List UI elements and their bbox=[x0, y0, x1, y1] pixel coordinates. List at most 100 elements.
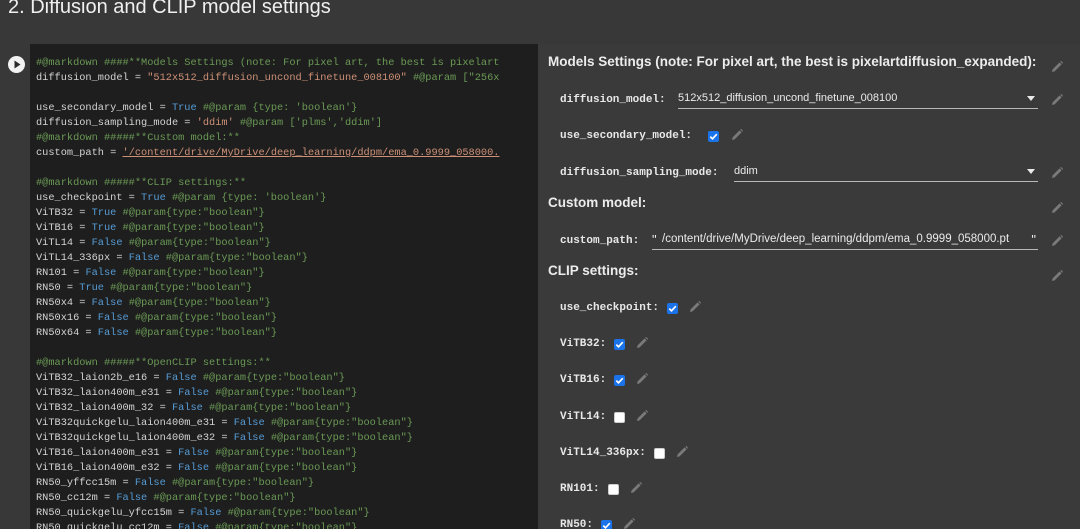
rn50-checkbox[interactable] bbox=[601, 520, 612, 529]
code-line: #@markdown #####**CLIP settings:** bbox=[36, 176, 499, 191]
code-token: '/content/drive/MyDrive/deep_learning/dd… bbox=[122, 147, 500, 159]
code-token: False bbox=[97, 327, 129, 339]
caret-down-icon bbox=[1027, 96, 1035, 101]
vitl14-336px-checkbox[interactable] bbox=[653, 447, 665, 459]
code-line: RN50_quickgelu_cc12m = False #@param{typ… bbox=[36, 521, 499, 529]
custom-path-label: custom_path: bbox=[560, 235, 640, 247]
vitl14-checkbox[interactable] bbox=[614, 411, 626, 423]
diffusion-sampling-mode-dropdown[interactable]: ddim bbox=[734, 162, 1038, 182]
code-token: #@param{type:"boolean"} bbox=[103, 282, 253, 294]
code-token: #@param{type:"boolean"} bbox=[196, 372, 345, 384]
code-token: #@param{type:"boolean"} bbox=[264, 432, 413, 444]
code-editor[interactable]: #@markdown ####**Models Settings (note: … bbox=[30, 44, 538, 529]
edit-rn101-pencil-icon[interactable] bbox=[629, 481, 643, 495]
edit-vitl14-336px-pencil-icon[interactable] bbox=[675, 445, 689, 459]
code-token: #@param{type:"boolean"} bbox=[264, 417, 413, 429]
pencil-icon bbox=[1052, 269, 1064, 281]
code-token: True bbox=[91, 222, 117, 234]
code-token: #@param{type:"boolean"} bbox=[202, 402, 352, 414]
form-panel: Models Settings (note: For pixel art, th… bbox=[538, 44, 1080, 529]
code-token: ViTB32quickgelu_laion400m_e31 = bbox=[36, 417, 234, 429]
code-line: #@markdown ####**Models Settings (note: … bbox=[36, 56, 499, 71]
code-line: ViTB32quickgelu_laion400m_e32 = False #@… bbox=[36, 431, 499, 446]
edit-clip-heading-pencil-icon[interactable] bbox=[1050, 269, 1064, 283]
edit-vitb16-pencil-icon[interactable] bbox=[635, 372, 649, 386]
use-secondary-model-label: use_secondary_model: bbox=[560, 130, 693, 142]
edit-rn50-pencil-icon[interactable] bbox=[622, 517, 636, 529]
edit-sampling-mode-pencil-icon[interactable] bbox=[1050, 166, 1064, 180]
code-token: #@param{type:"boolean"} bbox=[209, 447, 358, 459]
code-token: #@markdown #####**OpenCLIP settings:** bbox=[36, 357, 271, 369]
code-token: custom_path = bbox=[36, 147, 123, 159]
pencil-icon bbox=[624, 518, 636, 529]
code-token: RN101 = bbox=[36, 267, 86, 279]
edit-custom-heading-pencil-icon[interactable] bbox=[1050, 201, 1064, 215]
edit-diffusion-model-pencil-icon[interactable] bbox=[1050, 93, 1064, 107]
use-secondary-model-checkbox[interactable] bbox=[708, 131, 719, 142]
code-token: False bbox=[91, 237, 123, 249]
code-line: ViTB16_laion400m_e32 = False #@param{typ… bbox=[36, 461, 499, 476]
code-token: diffusion_model = bbox=[36, 72, 148, 84]
code-token: diffusion_sampling_mode = bbox=[36, 117, 197, 129]
code-token: #@param ['plms','ddim'] bbox=[233, 117, 383, 129]
edit-vitb32-pencil-icon[interactable] bbox=[635, 336, 649, 350]
code-line: ViTB32_laion400m_32 = False #@param{type… bbox=[36, 401, 499, 416]
code-line: RN50x64 = False #@param{type:"boolean"} bbox=[36, 326, 499, 341]
code-lines: #@markdown ####**Models Settings (note: … bbox=[36, 56, 499, 529]
run-cell-button[interactable] bbox=[8, 56, 25, 73]
code-line: RN50x16 = False #@param{type:"boolean"} bbox=[36, 311, 499, 326]
code-line: RN50_yffcc15m = False #@param{type:"bool… bbox=[36, 476, 499, 491]
rn101-checkbox[interactable] bbox=[607, 484, 619, 495]
edit-vitl14-pencil-icon[interactable] bbox=[635, 409, 649, 423]
checkmark-icon bbox=[668, 305, 677, 313]
code-token: ViTB32quickgelu_laion400m_e32 = bbox=[36, 432, 234, 444]
section-title: 2. Diffusion and CLIP model settings bbox=[8, 0, 331, 18]
code-line: ViTB32quickgelu_laion400m_e31 = False #@… bbox=[36, 416, 499, 431]
code-line: diffusion_sampling_mode = 'ddim' #@param… bbox=[36, 116, 499, 131]
code-line: #@markdown #####**Custom model:** bbox=[36, 131, 499, 146]
edit-models-heading-pencil-icon[interactable] bbox=[1050, 60, 1064, 74]
code-token: use_secondary_model = bbox=[36, 102, 172, 114]
vitb16-checkbox[interactable] bbox=[614, 375, 626, 387]
code-line: RN101 = False #@param{type:"boolean"} bbox=[36, 266, 499, 281]
code-token: #@markdown #####**Custom model:** bbox=[36, 132, 240, 144]
code-token: False bbox=[85, 267, 117, 279]
code-token: RN50x64 = bbox=[36, 327, 98, 339]
pencil-icon bbox=[732, 128, 744, 140]
pencil-icon bbox=[630, 481, 642, 493]
vitb32-checkbox[interactable] bbox=[614, 339, 626, 351]
code-token: #@markdown #####**CLIP settings:** bbox=[36, 177, 247, 189]
code-token: use_checkpoint = bbox=[36, 192, 142, 204]
code-token: RN50 = bbox=[36, 282, 80, 294]
vitl14-336px-label: ViTL14_336px: bbox=[560, 446, 646, 459]
custom-path-open-quote: " bbox=[652, 232, 657, 247]
code-token: False bbox=[233, 417, 265, 429]
code-line: ViTB32 = True #@param{type:"boolean"} bbox=[36, 206, 499, 221]
code-line: RN50_quickgelu_yfcc15m = False #@param{t… bbox=[36, 506, 499, 521]
code-line: RN50x4 = False #@param{type:"boolean"} bbox=[36, 296, 499, 311]
edit-custom-path-pencil-icon[interactable] bbox=[1050, 234, 1064, 248]
custom-path-input[interactable]: " /content/drive/MyDrive/deep_learning/d… bbox=[652, 230, 1038, 250]
code-token: #@param{type:"boolean"} bbox=[221, 507, 370, 519]
vitb32-label: ViTB32: bbox=[560, 338, 607, 351]
edit-use-secondary-model-pencil-icon[interactable] bbox=[730, 128, 744, 142]
pencil-icon bbox=[1052, 93, 1064, 105]
code-token: True bbox=[91, 207, 117, 219]
pencil-icon bbox=[637, 409, 649, 421]
vitl14-label: ViTL14: bbox=[560, 410, 607, 423]
checkmark-icon bbox=[615, 341, 624, 349]
code-token: ViTB32_laion400m_e31 = bbox=[36, 387, 179, 399]
use-checkpoint-checkbox[interactable] bbox=[667, 303, 678, 314]
edit-use-checkpoint-pencil-icon[interactable] bbox=[688, 300, 702, 314]
clip-settings-heading: CLIP settings: bbox=[548, 263, 639, 278]
code-token: #@param{type:"boolean"} bbox=[116, 267, 265, 279]
diffusion-model-dropdown[interactable]: 512x512_diffusion_uncond_finetune_008100 bbox=[678, 89, 1038, 109]
code-token: False bbox=[165, 372, 197, 384]
custom-path-value: /content/drive/MyDrive/deep_learning/ddp… bbox=[662, 233, 1010, 245]
code-token: #@param{type:"boolean"} bbox=[159, 252, 308, 264]
code-token: RN50x4 = bbox=[36, 297, 92, 309]
custom-path-close-quote: " bbox=[1031, 232, 1036, 247]
code-token: #@param{type:"boolean"} bbox=[128, 327, 278, 339]
code-line: ViTB32_laion2b_e16 = False #@param{type:… bbox=[36, 371, 499, 386]
code-line: ViTL14_336px = False #@param{type:"boole… bbox=[36, 251, 499, 266]
